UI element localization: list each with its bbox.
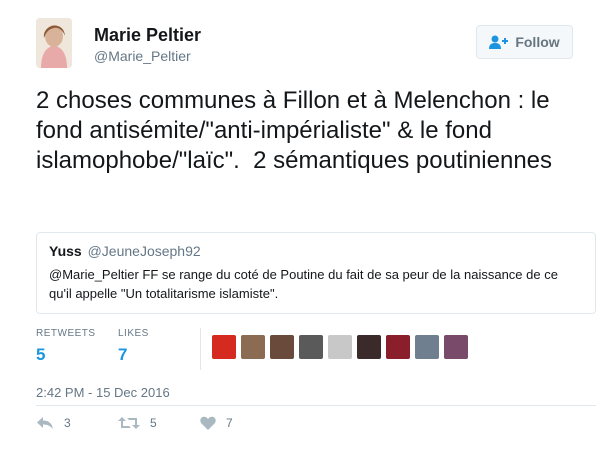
- likes-stat[interactable]: LIKES 7: [118, 328, 149, 365]
- author-photo-icon: [36, 18, 72, 68]
- liker-avatar[interactable]: [444, 335, 468, 359]
- add-user-icon: [489, 35, 509, 49]
- stats-divider: [200, 328, 201, 370]
- divider: [36, 405, 596, 406]
- author-name[interactable]: Marie Peltier: [94, 25, 201, 46]
- tweet-header: Marie Peltier @Marie_Peltier Follow: [36, 18, 596, 70]
- author-avatar[interactable]: [36, 18, 72, 68]
- retweets-stat[interactable]: RETWEETS 5: [36, 328, 96, 365]
- follow-label: Follow: [515, 34, 560, 50]
- quoted-tweet[interactable]: Yuss @JeuneJoseph92 @Marie_Peltier FF se…: [36, 232, 596, 314]
- author-handle[interactable]: @Marie_Peltier: [94, 48, 191, 64]
- liker-avatar[interactable]: [415, 335, 439, 359]
- retweets-count: 5: [36, 345, 46, 364]
- retweet-count: 5: [150, 416, 157, 430]
- liker-avatar[interactable]: [299, 335, 323, 359]
- liker-avatar[interactable]: [357, 335, 381, 359]
- tweet-stats: RETWEETS 5 LIKES 7: [36, 328, 596, 372]
- liker-avatar[interactable]: [386, 335, 410, 359]
- likes-count: 7: [118, 345, 128, 364]
- tweet-timestamp[interactable]: 2:42 PM - 15 Dec 2016: [36, 385, 170, 400]
- liker-avatar[interactable]: [328, 335, 352, 359]
- quoted-tweet-header: Yuss @JeuneJoseph92: [49, 243, 583, 259]
- quoted-author-handle: @JeuneJoseph92: [87, 243, 201, 259]
- retweets-label: RETWEETS: [36, 328, 96, 339]
- liker-avatar[interactable]: [270, 335, 294, 359]
- quoted-tweet-text: @Marie_Peltier FF se range du coté de Po…: [49, 267, 558, 301]
- reply-button[interactable]: 3: [36, 416, 71, 430]
- liker-avatar[interactable]: [241, 335, 265, 359]
- follow-button[interactable]: Follow: [476, 25, 573, 59]
- likes-label: LIKES: [118, 328, 149, 339]
- quoted-author-name: Yuss: [49, 243, 82, 259]
- tweet-text: 2 choses communes à Fillon et à Melencho…: [36, 87, 557, 174]
- like-count: 7: [226, 416, 233, 430]
- reply-count: 3: [64, 416, 71, 430]
- retweet-icon: [118, 417, 140, 429]
- like-button[interactable]: 7: [200, 416, 233, 430]
- retweet-button[interactable]: 5: [118, 416, 157, 430]
- liker-avatars: [212, 335, 468, 359]
- liker-avatar[interactable]: [212, 335, 236, 359]
- heart-icon: [200, 416, 216, 430]
- reply-icon: [37, 417, 53, 429]
